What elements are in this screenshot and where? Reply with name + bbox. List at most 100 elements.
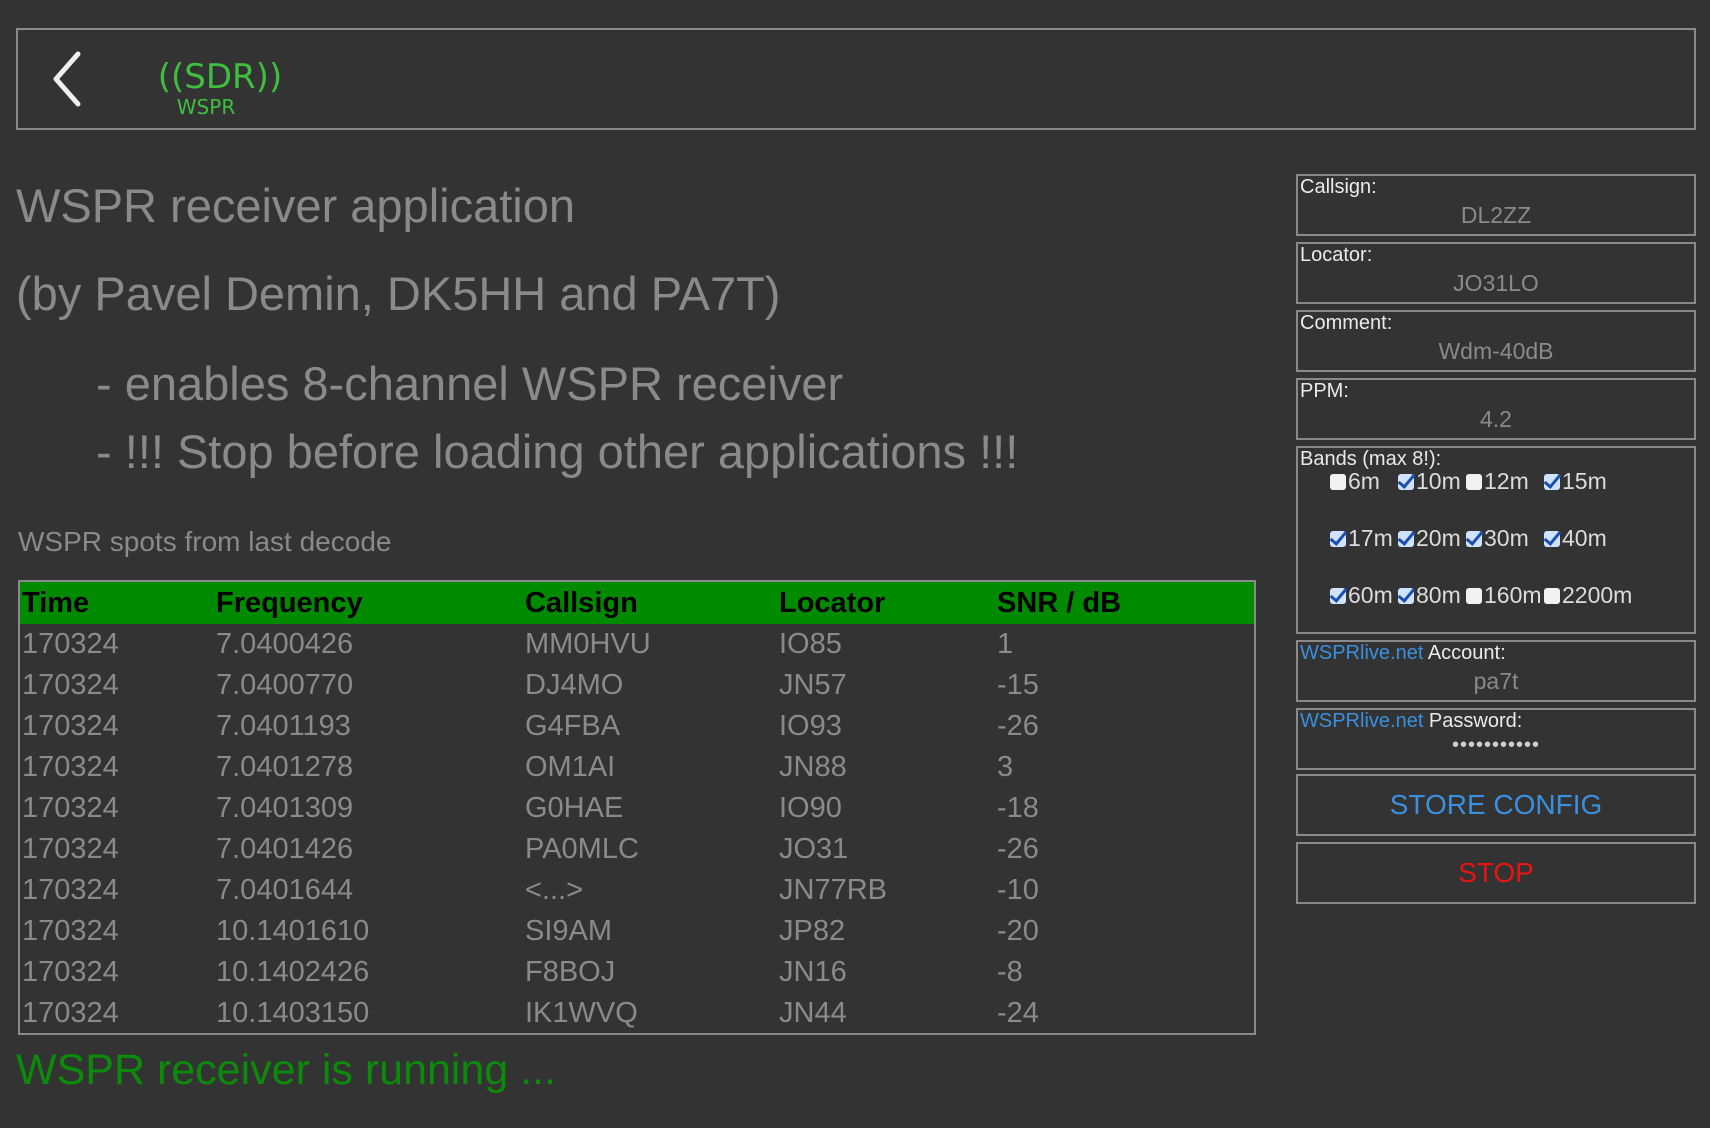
cell-snr: -15 [997,669,1039,701]
cell-frequency: 7.0400426 [216,628,354,660]
cell-locator: JO31 [779,833,849,865]
table-row: 170324 7.0400426 MM0HVU IO85 1 [20,624,1254,665]
column-header-locator: Locator [779,586,886,619]
cell-callsign: IK1WVQ [525,997,638,1029]
page-subtitle: (by Pavel Demin, DK5HH and PA7T) [16,267,781,320]
comment-input[interactable] [1298,334,1694,368]
cell-locator: IO90 [779,792,842,824]
table-row: 170324 7.0401309 G0HAE IO90 -18 [20,788,1254,829]
band-checkbox-30m[interactable]: 30m [1466,525,1529,552]
account-label-text: Account: [1423,642,1506,664]
checkbox-unchecked-icon[interactable] [1466,588,1482,604]
table-row: 170324 10.1401610 SI9AM JP82 -20 [20,911,1254,952]
back-arrow-icon[interactable] [44,46,94,112]
cell-callsign: G4FBA [525,710,621,742]
ppm-label: PPM: [1300,380,1349,402]
locator-field: Locator: [1296,242,1696,304]
logo-main-text: ((SDR)) [158,57,282,97]
band-label: 10m [1416,468,1461,494]
band-checkbox-12m[interactable]: 12m [1466,468,1529,495]
checkbox-checked-icon[interactable] [1330,588,1346,604]
account-input[interactable] [1298,664,1694,698]
checkbox-checked-icon[interactable] [1398,474,1414,490]
band-checkbox-160m[interactable]: 160m [1466,582,1542,609]
cell-frequency: 7.0401193 [216,710,351,742]
band-checkbox-80m[interactable]: 80m [1398,582,1461,609]
checkbox-unchecked-icon[interactable] [1466,474,1482,490]
table-row: 170324 7.0400770 DJ4MO JN57 -15 [20,665,1254,706]
checkbox-unchecked-icon[interactable] [1330,474,1346,490]
cell-frequency: 7.0401426 [216,833,354,865]
column-header-time: Time [22,586,90,619]
table-row: 170324 7.0401278 OM1AI JN88 3 [20,747,1254,788]
spots-heading: WSPR spots from last decode [18,526,392,557]
checkbox-checked-icon[interactable] [1398,531,1414,547]
cell-frequency: 10.1401610 [216,915,370,947]
cell-time: 170324 [22,956,119,988]
cell-callsign: G0HAE [525,792,624,824]
sdr-wspr-logo: ((SDR)) WSPR [158,57,282,119]
band-label: 20m [1416,525,1461,551]
cell-snr: -26 [997,833,1039,865]
table-row: 170324 10.1402426 F8BOJ JN16 -8 [20,952,1254,993]
column-header-snr: SNR / dB [997,586,1122,619]
cell-locator: IO85 [779,628,842,660]
ppm-input[interactable] [1298,402,1694,436]
checkbox-checked-icon[interactable] [1544,531,1560,547]
band-label: 2200m [1562,582,1633,608]
band-label: 40m [1562,525,1607,551]
cell-time: 170324 [22,833,119,865]
checkbox-checked-icon[interactable] [1466,531,1482,547]
stop-button[interactable]: STOP [1296,842,1696,904]
cell-locator: JN77RB [779,874,887,906]
band-checkbox-20m[interactable]: 20m [1398,525,1461,552]
band-label: 30m [1484,525,1529,551]
cell-snr: 1 [997,628,1014,660]
cell-frequency: 7.0401278 [216,751,354,783]
callsign-input[interactable] [1298,198,1694,232]
band-checkbox-2200m[interactable]: 2200m [1544,582,1632,609]
logo-sub-text: WSPR [177,95,236,119]
band-checkbox-10m[interactable]: 10m [1398,468,1461,495]
ppm-field: PPM: [1296,378,1696,440]
table-row: 170324 10.1403150 IK1WVQ JN44 -24 [20,993,1254,1033]
cell-locator: JN44 [779,997,847,1029]
status-message: WSPR receiver is running ... [16,1046,557,1094]
checkbox-checked-icon[interactable] [1544,474,1560,490]
cell-locator: IO93 [779,710,842,742]
band-label: 12m [1484,468,1529,494]
cell-time: 170324 [22,874,119,906]
cell-time: 170324 [22,792,119,824]
checkbox-checked-icon[interactable] [1398,588,1414,604]
cell-snr: -24 [997,997,1039,1029]
column-header-frequency: Frequency [216,586,363,619]
locator-input[interactable] [1298,266,1694,300]
password-input[interactable]: ••••••••••• [1298,734,1694,757]
cell-time: 170324 [22,915,119,947]
wsprlive-link[interactable]: WSPRlive.net [1300,710,1423,732]
cell-time: 170324 [22,669,119,701]
band-checkbox-6m[interactable]: 6m [1330,468,1380,495]
password-label: WSPRlive.net Password: [1300,710,1522,733]
cell-callsign: OM1AI [525,751,616,783]
band-checkbox-17m[interactable]: 17m [1330,525,1393,552]
band-label: 17m [1348,525,1393,551]
band-checkbox-60m[interactable]: 60m [1330,582,1393,609]
account-field: WSPRlive.net Account: [1296,640,1696,702]
checkbox-checked-icon[interactable] [1330,531,1346,547]
warning-bullet: - !!! Stop before loading other applicat… [96,425,1019,478]
wsprlive-link[interactable]: WSPRlive.net [1300,642,1423,664]
cell-time: 170324 [22,997,119,1029]
band-checkbox-40m[interactable]: 40m [1544,525,1607,552]
page-title: WSPR receiver application [16,179,575,232]
cell-time: 170324 [22,628,119,660]
store-config-button[interactable]: STORE CONFIG [1296,774,1696,836]
cell-callsign: DJ4MO [525,669,624,701]
cell-snr: -26 [997,710,1039,742]
cell-frequency: 7.0400770 [216,669,354,701]
checkbox-unchecked-icon[interactable] [1544,588,1560,604]
cell-locator: JN88 [779,751,847,783]
band-label: 160m [1484,582,1542,608]
table-row: 170324 7.0401193 G4FBA IO93 -26 [20,706,1254,747]
band-checkbox-15m[interactable]: 15m [1544,468,1607,495]
